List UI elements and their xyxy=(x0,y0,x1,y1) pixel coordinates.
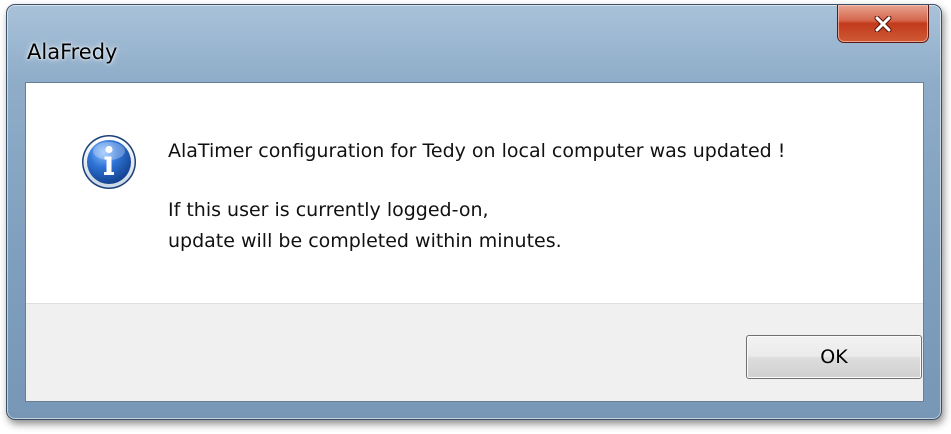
message-main-text: AlaTimer configuration for Tedy on local… xyxy=(168,140,786,162)
close-button[interactable] xyxy=(837,5,929,43)
window-title: AlaFredy xyxy=(27,40,118,64)
dialog-client-area: AlaTimer configuration for Tedy on local… xyxy=(25,82,924,402)
close-x-icon xyxy=(874,15,892,32)
message-line-1: If this user is currently logged-on, xyxy=(168,199,489,221)
message-dialog: AlaFredy AlaTimer configuration for Tedy… xyxy=(6,4,942,420)
message-area: AlaTimer configuration for Tedy on local… xyxy=(26,83,923,303)
ok-button[interactable]: OK xyxy=(746,335,922,379)
title-bar[interactable]: AlaFredy xyxy=(7,5,941,81)
message-line-2: update will be completed within minutes. xyxy=(168,230,562,252)
button-bar: OK xyxy=(26,303,923,401)
information-icon xyxy=(81,134,137,190)
